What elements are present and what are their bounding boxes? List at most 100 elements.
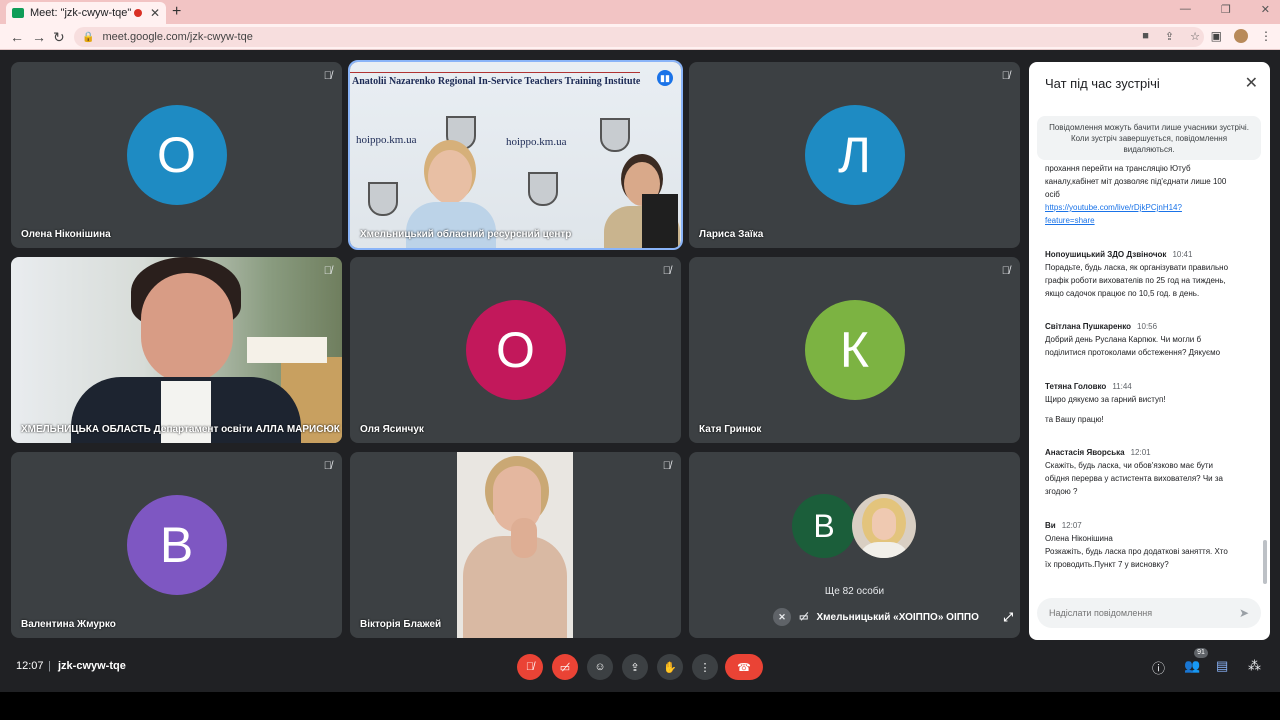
side-panel-icon[interactable]: ▣	[1211, 29, 1222, 43]
chat-icon: ▤	[1216, 658, 1229, 673]
camera-in-use-icon[interactable]: ■	[1142, 30, 1149, 43]
activities-icon: ⁂	[1248, 658, 1261, 673]
captions-button[interactable]: ☺	[587, 654, 613, 680]
banner-stripe	[350, 72, 640, 73]
leave-call-button[interactable]: ☎	[725, 654, 763, 680]
participant-tile[interactable]: 🎙̸ ХМЕЛЬНИЦЬКА ОБЛАСТЬ Департамент освіт…	[11, 257, 342, 443]
bookmark-star-icon[interactable]: ☆	[1190, 30, 1200, 43]
mic-off-icon: 🎙̸	[1001, 70, 1010, 82]
window-close-icon[interactable]: ✕	[1261, 3, 1270, 16]
message-sender: Світлана Пушкаренко	[1045, 322, 1132, 331]
meeting-code: jzk-cwyw-tqe	[58, 660, 126, 672]
message-text: графік роботи вихователів по 25 год на т…	[1045, 276, 1226, 285]
message-text: Порадьте, будь ласка, як організувати пр…	[1045, 263, 1229, 272]
restore-icon[interactable]: ❐	[1221, 3, 1231, 16]
raise-hand-button[interactable]: ✋	[657, 654, 683, 680]
message-time: 10:41	[1172, 250, 1193, 259]
participant-tile[interactable]: 🎙̸ О Оля Ясинчук	[350, 257, 681, 443]
send-icon[interactable]: ➤	[1239, 606, 1249, 620]
back-arrow-icon[interactable]: ←	[10, 29, 24, 45]
more-options-button[interactable]: ⋮	[692, 654, 718, 680]
activities-button[interactable]: ⁂	[1248, 658, 1261, 674]
participant-avatar: О	[126, 105, 227, 205]
message-time: 12:01	[1130, 448, 1151, 457]
chat-message: Нопоушицький ЗДО Дзвіночок 10:41 Порадьте…	[1045, 248, 1253, 300]
omnibox-actions: ■ ⇪ ☆	[1142, 30, 1200, 43]
chat-button[interactable]: ▤	[1216, 658, 1228, 674]
participant-avatar: О	[465, 300, 566, 400]
share-icon[interactable]: ⇪	[1165, 30, 1174, 43]
minimize-icon[interactable]: —	[1180, 3, 1191, 16]
message-text: поділитися протоколами обстеження? Дякує…	[1045, 348, 1221, 357]
participant-tile[interactable]: 🎙̸ К Катя Гринюк	[689, 257, 1020, 443]
mic-off-icon: 🎙̸	[662, 265, 671, 277]
camera-off-icon: ▭̸	[559, 661, 571, 674]
message-time: 11:44	[1112, 382, 1132, 391]
chat-input-container: ➤	[1037, 598, 1261, 628]
participant-tile[interactable]: 🎙̸ Вікторія Блажей	[350, 452, 681, 638]
mic-off-icon: 🎙̸	[525, 661, 535, 673]
hang-up-icon: ☎	[737, 661, 751, 674]
browser-tab-bar: Meet: "jzk-cwyw-tqe" ✕ + — ❐ ✕	[0, 0, 1280, 24]
participant-name: Лариса Заїка	[699, 229, 764, 240]
new-tab-button[interactable]: +	[172, 3, 181, 21]
url-text: meet.google.com/jzk-cwyw-tqe	[102, 31, 253, 43]
message-sender: Тетяна Головко	[1045, 382, 1107, 391]
chat-message: Ви 12:07 Олена Ніконішина Розкажіть, будь…	[1045, 519, 1253, 571]
browser-tab-meet[interactable]: Meet: "jzk-cwyw-tqe" ✕	[6, 2, 166, 24]
message-sender: Ви	[1045, 521, 1056, 530]
message-text: Щиро дякуємо за гарний виступ!	[1045, 395, 1166, 404]
chat-message-input[interactable]	[1049, 608, 1229, 618]
participant-tile[interactable]: 🎙̸ В Валентина Жмурко	[11, 452, 342, 638]
omnibox[interactable]: 🔒 meet.google.com/jzk-cwyw-tqe	[74, 27, 1204, 47]
participant-name: Хмельницький «ХОІППО» ОІППО	[816, 611, 979, 623]
message-text: Розкажіть, будь ласка про додаткові заня…	[1045, 547, 1228, 556]
participant-name: Катя Гринюк	[699, 424, 762, 435]
message-text: їх проводить.Пункт 7 у висновку?	[1045, 560, 1169, 569]
participant-photo-avatar	[852, 494, 916, 558]
participant-tile-active-speaker[interactable]: Anatolii Nazarenko Regional In-Service T…	[348, 60, 683, 250]
camera-off-icon: ▭̸	[799, 611, 809, 623]
emblem-icon	[528, 172, 558, 206]
people-icon: 👥	[1184, 658, 1201, 673]
message-link[interactable]: https://youtube.com/live/rDjkPCjnH14?	[1045, 201, 1253, 214]
people-button[interactable]: 👥	[1184, 658, 1200, 674]
camera-toggle-button[interactable]: ▭̸	[552, 654, 578, 680]
participant-tile[interactable]: 🎙̸ О Олена Ніконішина	[11, 62, 342, 248]
participant-avatar: В	[126, 495, 227, 595]
chat-notice: Повідомлення можуть бачити лише учасники…	[1037, 116, 1261, 160]
emblem-icon	[368, 182, 398, 216]
message-link[interactable]: feature=share	[1045, 214, 1253, 227]
emblem-icon	[600, 118, 630, 152]
banner-site-text: hoippo.km.ua	[506, 136, 567, 148]
meeting-info-button[interactable]: ⓘ	[1152, 658, 1165, 677]
message-text: осіб	[1045, 190, 1060, 199]
participant-tile[interactable]: 🎙̸ Л Лариса Заїка	[689, 62, 1020, 248]
expand-icon[interactable]: ⤢	[1003, 610, 1013, 625]
message-text: та Вашу працю!	[1045, 415, 1104, 424]
chat-title: Чат під час зустрічі	[1045, 76, 1160, 91]
others-tile[interactable]: В Ще 82 особи ✕ ▭̸ Хмельницький «ХОІППО»…	[689, 452, 1020, 638]
meet-favicon-icon	[12, 8, 24, 18]
tab-close-icon[interactable]: ✕	[150, 6, 160, 20]
message-text: Олена Ніконішина	[1045, 534, 1113, 543]
browser-menu-icon[interactable]: ⋮	[1260, 29, 1272, 43]
clock: 12:07	[16, 660, 44, 672]
participant-name: Оля Ясинчук	[360, 424, 424, 435]
others-footer: ✕ ▭̸ Хмельницький «ХОІППО» ОІППО ⤢	[773, 602, 1013, 632]
chat-message-list[interactable]: прохання перейти на трансляцію Ютуб кана…	[1029, 162, 1270, 582]
chat-panel: Чат під час зустрічі ✕ Повідомлення можу…	[1029, 62, 1270, 640]
window-controls: — ❐ ✕	[1180, 3, 1270, 16]
video-letterbox	[0, 692, 1280, 720]
message-time: 10:56	[1137, 322, 1158, 331]
mic-toggle-button[interactable]: 🎙̸	[517, 654, 543, 680]
reload-icon[interactable]: ↻	[53, 29, 65, 46]
chat-scrollbar[interactable]	[1263, 540, 1267, 584]
present-button[interactable]: ⇪	[622, 654, 648, 680]
participant-name: Вікторія Блажей	[360, 619, 442, 630]
message-sender: Анастасія Яворська	[1045, 448, 1125, 457]
profile-avatar-icon[interactable]	[1234, 29, 1248, 43]
chat-close-icon[interactable]: ✕	[1245, 73, 1258, 93]
message-text: Добрий день Руслана Карпюк. Чи могли б	[1045, 335, 1202, 344]
forward-arrow-icon[interactable]: →	[32, 29, 46, 45]
